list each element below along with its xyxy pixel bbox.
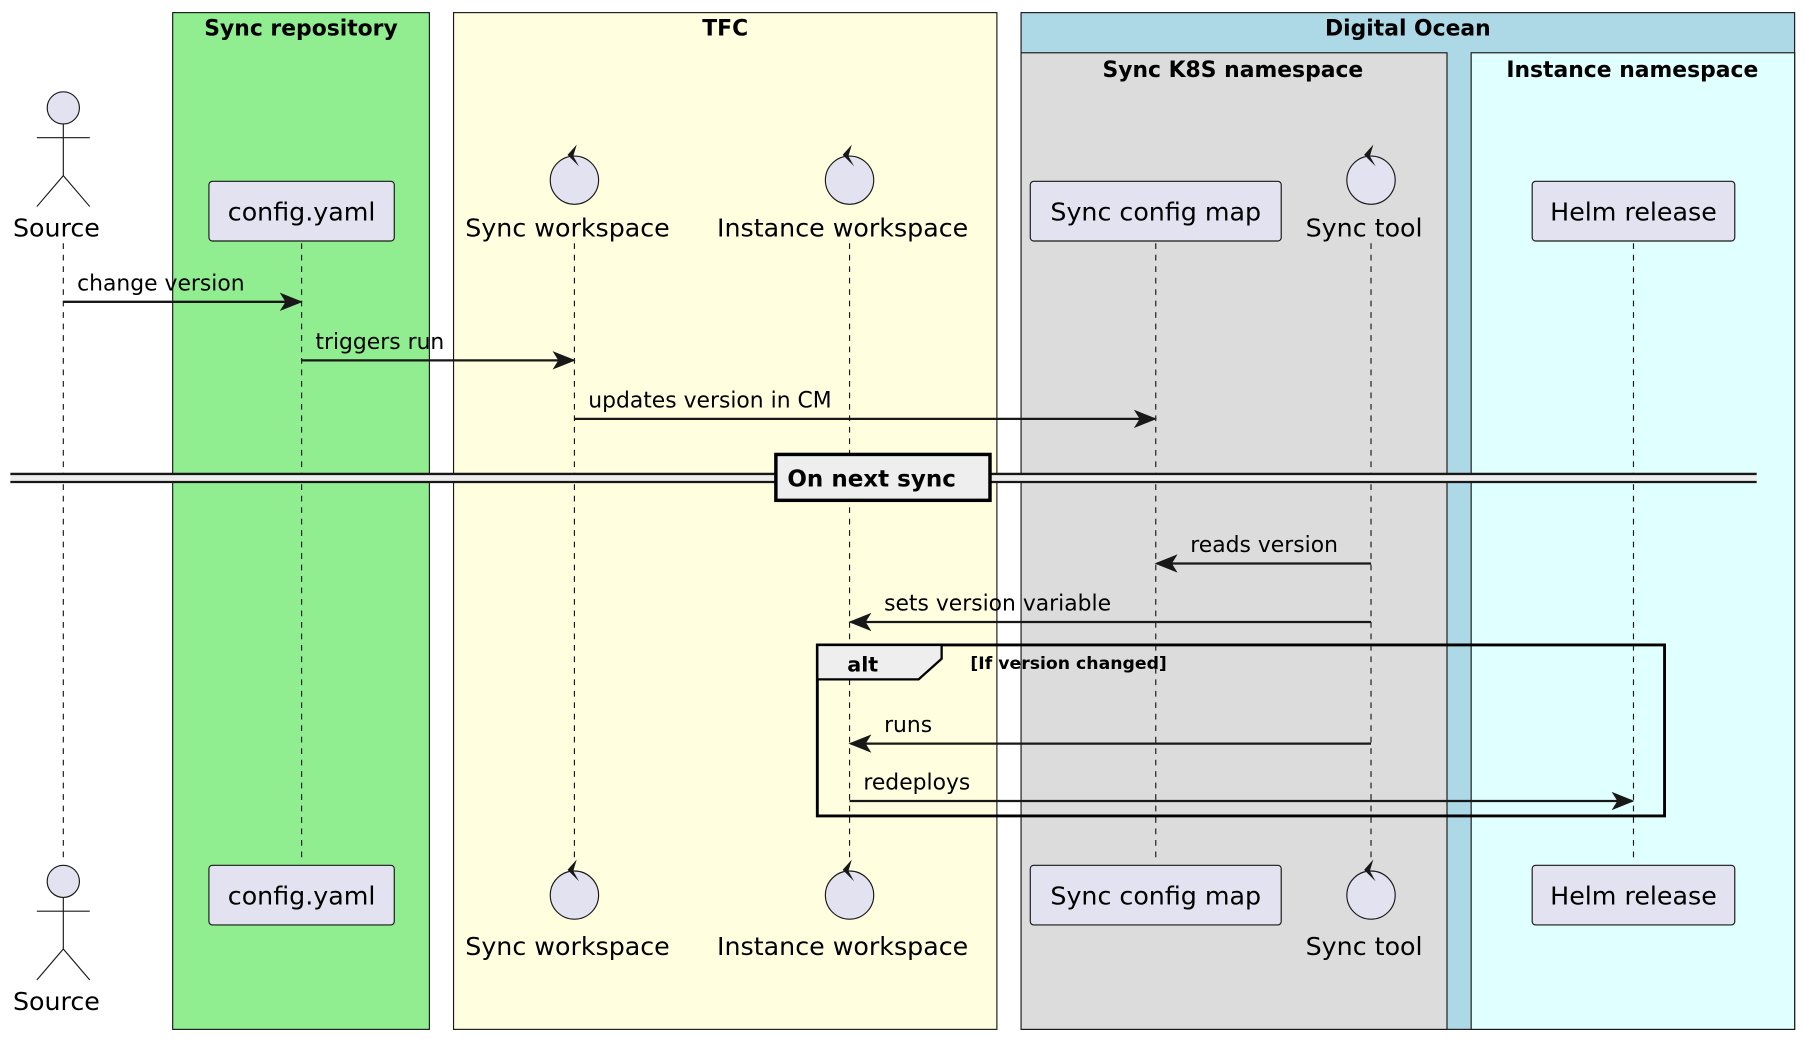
participant-label: Sync workspace	[465, 213, 670, 242]
control-icon	[824, 870, 875, 920]
participant-label: config.yaml	[228, 881, 376, 910]
message-label: redeploys	[863, 771, 970, 796]
participant-helm-top[interactable]: Helm release	[1531, 180, 1736, 242]
control-icon	[549, 155, 600, 205]
divider-label: On next sync	[787, 467, 955, 493]
box-tfc: TFC	[452, 12, 998, 1030]
participant-label: Instance workspace	[717, 932, 968, 961]
participant-helm-bottom[interactable]: Helm release	[1531, 864, 1736, 926]
control-icon	[824, 155, 875, 205]
control-icon	[1346, 870, 1396, 920]
participant-source-bottom[interactable]: Source	[13, 864, 100, 1016]
participant-label: Sync workspace	[465, 932, 670, 961]
participant-label: config.yaml	[228, 197, 376, 226]
control-icon	[1346, 155, 1396, 205]
participant-label: Helm release	[1550, 197, 1717, 226]
box-sync-repository-title: Sync repository	[204, 17, 397, 42]
alt-condition: [If version changed]	[970, 654, 1166, 674]
participant-label: Sync tool	[1306, 932, 1423, 961]
participant-synccm-bottom[interactable]: Sync config map	[1029, 864, 1282, 926]
participant-config-bottom[interactable]: config.yaml	[208, 864, 395, 926]
alt-label-tab	[816, 643, 943, 681]
participant-label: Sync tool	[1306, 213, 1423, 242]
participant-source-top[interactable]: Source	[13, 91, 100, 243]
box-tfc-bg	[452, 12, 998, 1030]
participant-label: Source	[13, 987, 100, 1016]
participant-label: Instance workspace	[717, 213, 968, 242]
participant-label: Helm release	[1550, 881, 1717, 910]
box-digital-ocean-title: Digital Ocean	[1325, 17, 1491, 42]
participant-label: Source	[13, 213, 100, 242]
participant-label: Sync config map	[1050, 197, 1261, 226]
message-label: change version	[77, 271, 244, 296]
box-instance-namespace-title: Instance namespace	[1506, 58, 1758, 83]
actor-icon	[36, 864, 91, 981]
control-icon	[549, 870, 600, 920]
participant-label: Sync config map	[1050, 881, 1261, 910]
message-label: updates version in CM	[588, 388, 831, 413]
sequence-diagram: Sync repository TFC Digital Ocean Sync K…	[10, 12, 1796, 1030]
actor-icon	[36, 91, 91, 207]
alt-label: alt	[847, 652, 878, 676]
message-label: runs	[884, 713, 932, 738]
participant-config-top[interactable]: config.yaml	[208, 180, 395, 242]
message-label: sets version variable	[884, 592, 1111, 617]
box-sync-k8s-namespace-title: Sync K8S namespace	[1102, 58, 1363, 83]
message-label: triggers run	[315, 330, 444, 355]
message-label: reads version	[1190, 533, 1338, 558]
box-tfc-title: TFC	[702, 17, 748, 42]
participant-synccm-top[interactable]: Sync config map	[1029, 180, 1282, 242]
